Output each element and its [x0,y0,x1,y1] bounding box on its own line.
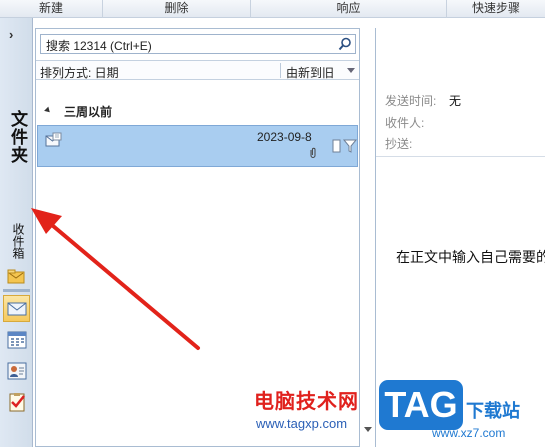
watermark-download-url: www.xz7.com [432,426,506,440]
watermark-site-url: www.tagxp.com [256,416,348,431]
site-watermark: 电脑技术网 www.tagxp.com TAG 下载站 www.xz7.com [254,380,545,447]
watermark-download-text: 下载站 [466,401,520,421]
watermark-site-name: 电脑技术网 [254,391,359,413]
tag-logo: TAG [379,380,463,430]
